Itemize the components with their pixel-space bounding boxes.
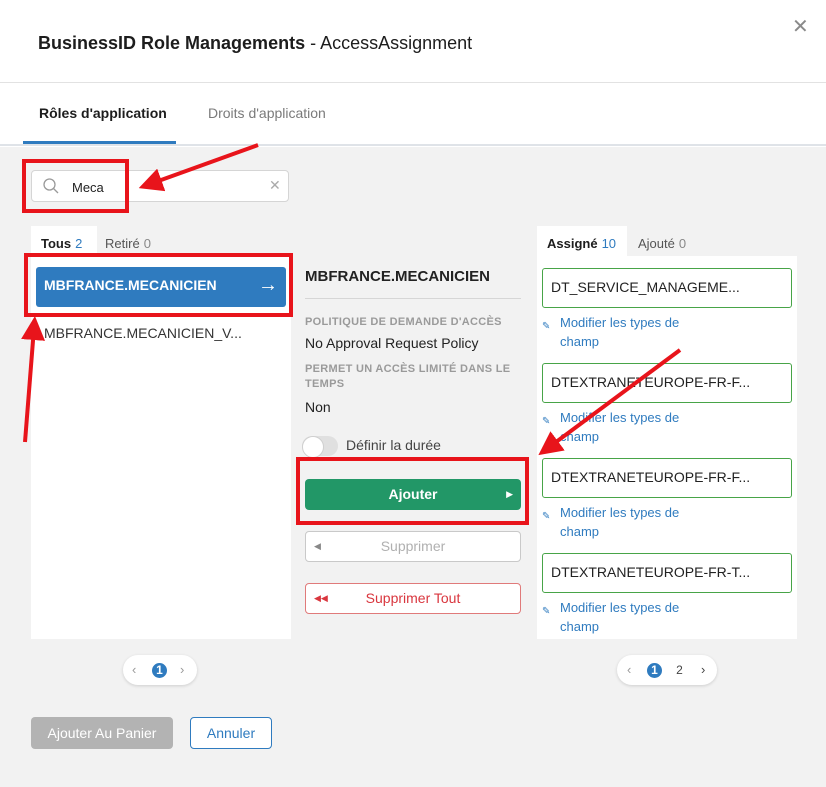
edit-link-label: Modifier les types de champ: [560, 505, 680, 539]
clear-search-icon[interactable]: ✕: [269, 177, 281, 194]
subtab-removed-count: 0: [143, 236, 151, 251]
assigned-item[interactable]: DTEXTRANETEUROPE-FR-F...: [542, 363, 792, 403]
divider: [305, 298, 521, 299]
assigned-item[interactable]: DTEXTRANETEUROPE-FR-T...: [542, 553, 792, 593]
chevron-right-icon[interactable]: ›: [180, 662, 184, 677]
assigned-item[interactable]: DTEXTRANETEUROPE-FR-F...: [542, 458, 792, 498]
left-pagination: ‹ 1 ›: [123, 655, 197, 685]
access-assignment-dialog: BusinessID Role Managements - AccessAssi…: [0, 0, 826, 787]
edit-link-label: Modifier les types de champ: [560, 410, 680, 444]
subtab-all-count: 2: [75, 236, 83, 251]
policy-value: No Approval Request Policy: [305, 335, 479, 351]
policy-label: POLITIQUE DE DEMANDE D'ACCÈS: [305, 316, 502, 328]
caret-left-icon: ◀: [314, 541, 321, 551]
close-icon[interactable]: ✕: [792, 14, 809, 39]
edit-icon: ✎: [542, 606, 551, 617]
subtab-all-label: Tous: [41, 236, 72, 251]
page-1[interactable]: 1: [152, 663, 167, 678]
subtab-assigned-count: 10: [601, 236, 617, 251]
double-caret-left-icon: ◀◀: [314, 593, 328, 603]
page-2[interactable]: 2: [672, 663, 687, 678]
tab-application-roles[interactable]: Rôles d'application: [39, 105, 167, 121]
subtab-assigned[interactable]: Assigné 10: [537, 226, 627, 256]
list-item[interactable]: MBFRANCE.MECANICIEN_V...: [44, 325, 242, 341]
subtab-removed[interactable]: Retiré 0: [105, 226, 151, 256]
remove-all-button-label: Supprimer Tout: [365, 590, 461, 606]
dialog-title-sub: - AccessAssignment: [305, 33, 473, 53]
duration-toggle-label: Définir la durée: [346, 437, 441, 453]
subtab-added-count: 0: [678, 236, 687, 251]
dialog-header: BusinessID Role Managements - AccessAssi…: [0, 0, 826, 83]
limited-access-label: PERMET UN ACCÈS LIMITÉ DANS LE TEMPS: [305, 363, 511, 390]
right-pagination: ‹ 1 2 ›: [617, 655, 717, 685]
chevron-left-icon[interactable]: ‹: [132, 662, 136, 677]
edit-link-label: Modifier les types de champ: [560, 600, 680, 634]
chevron-right-icon[interactable]: ›: [701, 662, 705, 677]
subtab-removed-label: Retiré: [105, 236, 140, 251]
edit-link-label: Modifier les types de champ: [560, 315, 680, 349]
edit-icon: ✎: [542, 416, 551, 427]
dialog-title: BusinessID Role Managements - AccessAssi…: [38, 33, 472, 54]
remove-all-button[interactable]: ◀◀ Supprimer Tout: [305, 583, 521, 614]
duration-toggle[interactable]: [302, 436, 338, 458]
annotation-box-add: [296, 457, 529, 525]
dialog-title-app: BusinessID Role Managements: [38, 33, 306, 53]
active-tab-indicator: [23, 141, 176, 144]
subtab-added-label: Ajouté: [638, 236, 675, 251]
add-to-cart-button[interactable]: Ajouter Au Panier: [31, 717, 173, 749]
remove-button[interactable]: ◀ Supprimer: [305, 531, 521, 562]
edit-icon: ✎: [542, 511, 551, 522]
main-tabs: Rôles d'application Droits d'application: [0, 83, 826, 146]
cancel-button[interactable]: Annuler: [190, 717, 272, 749]
chevron-left-icon[interactable]: ‹: [627, 662, 631, 677]
assigned-item[interactable]: DT_SERVICE_MANAGEME...: [542, 268, 792, 308]
subtab-all[interactable]: Tous 2: [31, 226, 97, 256]
tab-application-rights[interactable]: Droits d'application: [208, 105, 326, 121]
limited-access-value: Non: [305, 399, 331, 415]
annotation-box-search: [22, 159, 129, 213]
annotation-box-role: [24, 253, 293, 317]
subtab-assigned-label: Assigné: [547, 236, 598, 251]
subtab-added[interactable]: Ajouté 0: [638, 226, 686, 256]
page-1[interactable]: 1: [647, 663, 662, 678]
selected-role-title: MBFRANCE.MECANICIEN: [305, 268, 490, 285]
edit-icon: ✎: [542, 321, 551, 332]
remove-button-label: Supprimer: [380, 538, 446, 554]
